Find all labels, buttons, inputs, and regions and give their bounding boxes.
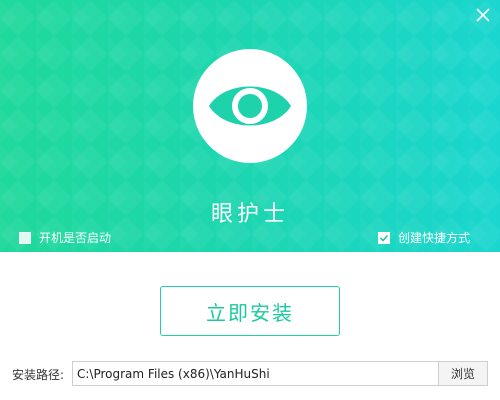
- install-now-button[interactable]: 立即安装: [160, 286, 340, 336]
- shortcut-checkbox[interactable]: [378, 231, 390, 244]
- install-path-label: 安装路径:: [12, 368, 65, 382]
- install-path-input[interactable]: [72, 361, 438, 386]
- app-title: 眼护士: [210, 202, 289, 227]
- autostart-label: 开机是否启动: [39, 231, 112, 245]
- checkmark-icon: [379, 234, 389, 242]
- eye-icon: [209, 86, 291, 126]
- autostart-option[interactable]: 开机是否启动: [19, 229, 111, 246]
- autostart-checkbox[interactable]: [19, 231, 31, 244]
- shortcut-option[interactable]: 创建快捷方式: [378, 229, 470, 246]
- shortcut-label: 创建快捷方式: [398, 231, 471, 245]
- close-icon: [476, 8, 490, 22]
- header-banner: 眼护士 开机是否启动 创建快捷方式: [0, 0, 500, 252]
- app-logo: [193, 49, 307, 163]
- browse-button[interactable]: 浏览: [438, 361, 488, 386]
- close-button[interactable]: [472, 4, 494, 26]
